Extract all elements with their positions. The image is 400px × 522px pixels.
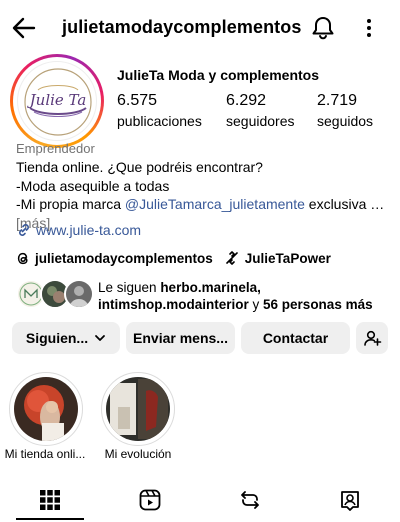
following-button[interactable]: Siguien... [12,322,120,354]
reels-icon [139,489,161,511]
posts-label: publicaciones [117,113,202,129]
tab-posts-grid[interactable] [36,486,64,514]
threads-handle: julietamodaycomplementos [35,250,213,266]
highlight-cover-shop [14,377,78,441]
message-button-label: Enviar mens... [133,330,228,346]
profile-bio: Tienda online. ¿Que podréis encontrar? -… [16,158,388,232]
link-chain-icon [225,251,238,265]
more-options-icon[interactable] [357,14,381,42]
posts-count: 6.575 [117,92,158,109]
add-person-button[interactable] [356,322,388,354]
followed-by-others: 56 personas más [263,297,373,312]
brand-logo-icon: Julie Ta [24,68,92,136]
message-button[interactable]: Enviar mens... [126,322,235,354]
repost-icon [241,491,259,509]
highlight-circle-evolution[interactable] [101,372,175,446]
stat-following[interactable]: 2.719 seguidos [317,92,373,129]
highlight-label-evolution: Mi evolución [104,447,172,461]
bio-line-3-suffix: exclusiva … [304,196,385,212]
highlight-label-shop: Mi tienda onli... [4,447,86,461]
followed-by-prefix: Le siguen [98,280,161,295]
top-bar: julietamodaycomplementos [0,0,400,56]
followers-count: 6.292 [226,92,267,109]
link-icon [19,224,29,236]
followed-by-text[interactable]: Le siguen herbo.marinela, intimshop.moda… [98,279,390,313]
following-button-label: Siguien... [25,330,89,346]
highlight-cover-evolution [106,377,170,441]
tagged-person-icon [341,491,359,511]
avatar: Julie Ta [17,61,97,141]
grid-icon [40,490,60,510]
avatar-story-ring[interactable]: Julie Ta [10,54,104,148]
stat-followers[interactable]: 6.292 seguidores [226,92,295,129]
following-count: 2.719 [317,92,358,109]
threads-chip[interactable]: julietamodaycomplementos [16,251,213,266]
threads-icon [17,252,28,264]
bio-mention-link[interactable]: @JulieTamarca_julietamente [125,196,305,212]
profile-tabs [0,478,400,522]
tab-reposts[interactable] [236,486,264,514]
website-link[interactable]: www.julie-ta.com [16,222,141,238]
profile-full-name: JulieTa Moda y complementos [117,67,320,83]
notification-bell-icon[interactable] [309,14,337,42]
linked-account-chip[interactable]: JulieTaPower [224,250,331,266]
active-tab-indicator [16,518,84,520]
chevron-down-icon [95,335,106,341]
profile-category: Emprendedor [16,141,95,156]
back-arrow-icon[interactable] [10,14,38,42]
contact-button[interactable]: Contactar [241,322,350,354]
linked-accounts-row: julietamodaycomplementos JulieTaPower [16,250,342,266]
website-url: www.julie-ta.com [36,222,142,238]
bio-line-2: -Moda asequible a todas [16,177,170,194]
add-person-icon [364,330,382,346]
following-label: seguidos [317,113,374,129]
followers-label: seguidores [226,113,295,129]
followed-by-joiner: y [248,297,264,312]
tab-tagged[interactable] [336,486,364,514]
contact-button-label: Contactar [262,330,329,346]
svg-text:Julie Ta: Julie Ta [27,91,87,109]
highlight-circle-shop[interactable] [9,372,83,446]
bio-line-3: -Mi propia marca @JulieTamarca_julietame… [16,195,388,214]
tab-reels[interactable] [136,486,164,514]
bio-line-1: Tienda online. ¿Que podréis encontrar? [16,159,263,175]
stat-posts[interactable]: 6.575 publicaciones [117,92,202,129]
profile-username: julietamodaycomplementos [62,17,302,37]
mutual-avatar [64,279,94,309]
bio-line-3-prefix: -Mi propia marca [16,196,125,212]
linked-account-name: JulieTaPower [244,250,331,266]
